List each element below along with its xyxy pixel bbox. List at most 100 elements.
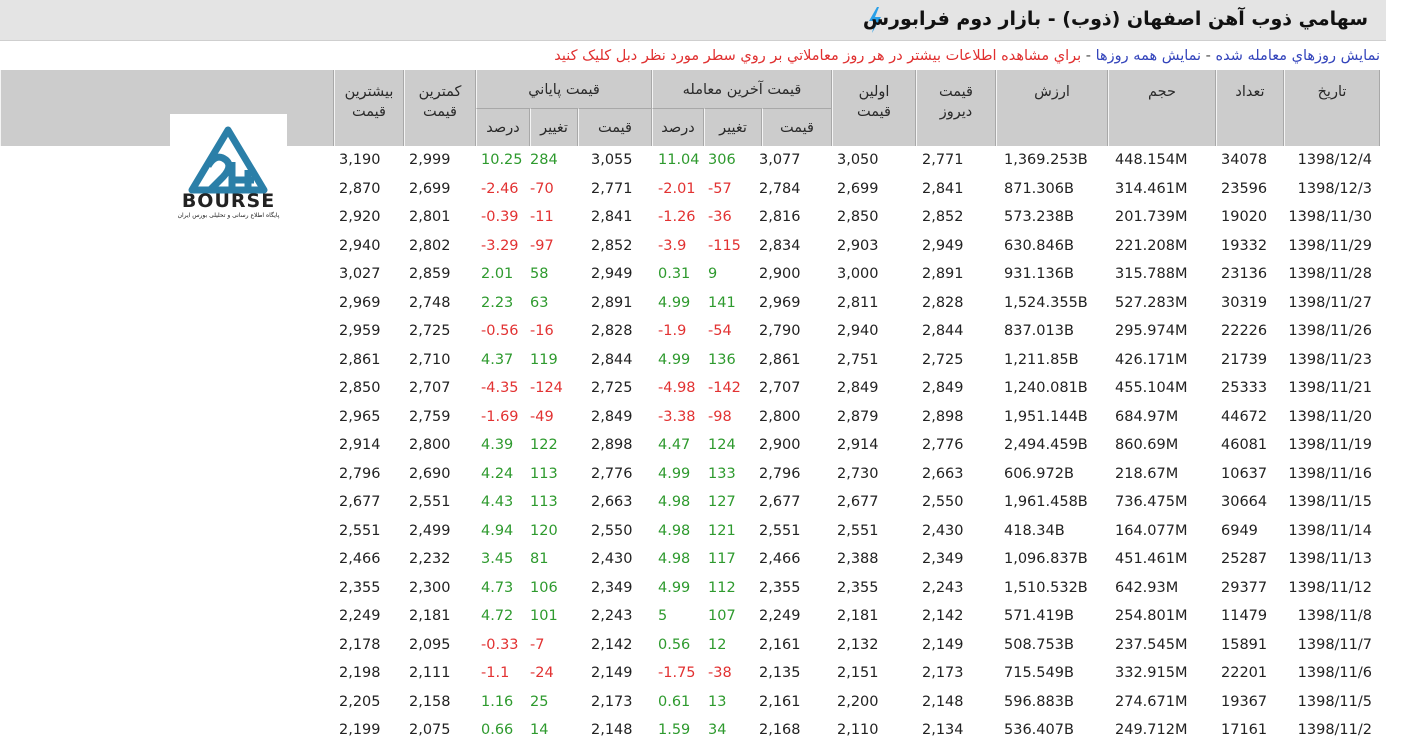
cell-low: 2,111 (409, 665, 451, 681)
header-high-price[interactable]: بيشترين قيمت (334, 70, 404, 146)
header-last-trade-percent[interactable]: درصد (652, 108, 704, 146)
cell-high: 2,940 (339, 237, 381, 254)
cell-volume: 332.915M (1115, 665, 1188, 681)
cell-yesterday: 2,149 (922, 636, 964, 653)
cell-volume: 218.67M (1115, 465, 1179, 482)
logo-tagline: پایگاه اطلاع رسانی و تحلیلی بورس ایران (177, 212, 280, 219)
cell-last-price: 2,834 (759, 237, 801, 254)
table-row[interactable]: 1398/11/26 22226 295.974M 837.013B 2,844 2,94… (0, 317, 1380, 346)
header-value[interactable]: ارزش (996, 70, 1108, 146)
table-row[interactable]: 1398/11/12 29377 642.93M 1,510.532B 2,243 2,3… (0, 574, 1380, 603)
cell-date: 1398/11/27 (1288, 294, 1372, 311)
cell-final-change: 120 (530, 522, 558, 539)
cell-last-pct: 0.31 (658, 266, 691, 282)
table-row[interactable]: 1398/11/14 6949 164.077M 418.34B 2,430 2,551 2… (0, 517, 1380, 546)
cell-yesterday: 2,349 (922, 551, 964, 567)
header-yesterday-price[interactable]: قيمت ديروز (916, 70, 996, 146)
cell-date: 1398/11/15 (1288, 494, 1372, 510)
cell-last-change: 127 (708, 494, 736, 510)
cell-last-change: -142 (708, 380, 741, 396)
cell-count: 30664 (1221, 494, 1268, 510)
cell-final-pct: -2.46 (481, 180, 519, 197)
cell-last-change: -38 (708, 665, 732, 681)
header-count[interactable]: تعداد (1216, 70, 1284, 146)
table-row[interactable]: 1398/11/6 22201 332.915M 715.549B 2,173 2,151… (0, 659, 1380, 688)
cell-first: 2,388 (837, 551, 879, 567)
cell-final-change: 284 (530, 152, 558, 168)
header-label: درصد (661, 120, 695, 136)
title-bar: سهامي ذوب آهن اصفهان (ذوب) - بازار دوم ف… (0, 0, 1386, 41)
cell-yesterday: 2,550 (922, 494, 964, 510)
cell-last-price: 2,677 (759, 494, 801, 510)
table-row[interactable]: 1398/11/13 25287 451.461M 1,096.837B 2,349 2,… (0, 545, 1380, 574)
cell-yesterday: 2,134 (922, 722, 964, 738)
cell-last-price: 2,900 (759, 437, 801, 453)
cell-value: 573.238B (1004, 209, 1074, 225)
table-row[interactable]: 1398/11/2 17161 249.712M 536.407B 2,134 2,110… (0, 716, 1380, 745)
cell-final-change: 106 (530, 579, 558, 596)
cell-last-pct: 0.61 (658, 693, 691, 710)
table-row[interactable]: 1398/11/20 44672 684.97M 1,951.144B 2,898 2,8… (0, 403, 1380, 432)
cell-final-price: 2,891 (591, 294, 633, 311)
cell-last-price: 2,900 (759, 266, 801, 282)
cell-final-pct: -0.33 (481, 636, 519, 653)
header-low-price[interactable]: کمترين قيمت (404, 70, 476, 146)
header-date[interactable]: تاريخ (1284, 70, 1380, 146)
cell-date: 1398/11/26 (1288, 323, 1372, 339)
cell-high: 2,205 (339, 693, 381, 710)
header-label: بيشترين قيمت (344, 84, 394, 120)
cell-count: 19020 (1221, 209, 1268, 225)
header-final-price-group[interactable]: قيمت پاياني (476, 70, 652, 108)
cell-last-pct: -4.98 (658, 380, 696, 396)
cell-last-change: 9 (708, 266, 718, 282)
cell-low: 2,759 (409, 408, 451, 425)
cell-date: 1398/11/13 (1288, 551, 1372, 567)
cell-first: 2,699 (837, 180, 879, 197)
table-row[interactable]: 1398/11/19 46081 860.69M 2,494.459B 2,776 2,9… (0, 431, 1380, 460)
table-row[interactable]: 1398/11/29 19332 221.208M 630.846B 2,949 2,90… (0, 232, 1380, 261)
cell-low: 2,499 (409, 522, 451, 539)
header-last-trade-group[interactable]: قيمت آخرين معامله (652, 70, 832, 108)
cell-final-price: 2,771 (591, 180, 633, 197)
cell-last-pct: -1.9 (658, 323, 687, 339)
header-final-change[interactable]: تغيير (530, 108, 578, 146)
header-final-percent[interactable]: درصد (476, 108, 530, 146)
cell-last-price: 2,135 (759, 665, 801, 681)
table-row[interactable]: 1398/11/8 11479 254.801M 571.419B 2,142 2,181… (0, 602, 1380, 631)
table-row[interactable]: 1398/11/15 30664 736.475M 1,961.458B 2,550 2,… (0, 488, 1380, 517)
header-final-price[interactable]: قيمت (578, 108, 652, 146)
cell-date: 1398/11/14 (1288, 522, 1372, 539)
cell-first: 2,903 (837, 237, 879, 254)
table-row[interactable]: 1398/11/27 30319 527.283M 1,524.355B 2,828 2,… (0, 289, 1380, 318)
cell-final-pct: 2.01 (481, 266, 514, 282)
header-label: قيمت آخرين معامله (682, 82, 802, 98)
table-row[interactable]: 1398/11/23 21739 426.171M 1,211.85B 2,725 2,7… (0, 346, 1380, 375)
cell-last-price: 2,161 (759, 693, 801, 710)
cell-count: 23596 (1221, 180, 1268, 197)
header-last-trade-price[interactable]: قيمت (762, 108, 832, 146)
cell-final-price: 2,243 (591, 608, 633, 624)
table-row[interactable]: 1398/11/16 10637 218.67M 606.972B 2,663 2,730… (0, 460, 1380, 489)
cell-count: 29377 (1221, 579, 1268, 596)
header-volume[interactable]: حجم (1108, 70, 1216, 146)
cell-date: 1398/11/8 (1297, 608, 1372, 624)
header-last-trade-change[interactable]: تغيير (704, 108, 762, 146)
cell-final-change: -7 (530, 636, 545, 653)
cell-high: 2,965 (339, 408, 381, 425)
table-row[interactable]: 1398/11/28 23136 315.788M 931.136B 2,891 3,00… (0, 260, 1380, 289)
cell-volume: 455.104M (1115, 380, 1188, 396)
cell-last-change: 13 (708, 693, 727, 710)
cell-date: 1398/11/28 (1288, 266, 1372, 282)
show-all-days-link[interactable]: نمايش همه روزها (1096, 48, 1201, 64)
header-first-price[interactable]: اولين قيمت (832, 70, 916, 146)
cell-count: 22201 (1221, 665, 1268, 681)
cell-last-change: 34 (708, 722, 727, 738)
cell-final-pct: -3.29 (481, 237, 519, 254)
cell-last-change: -54 (708, 323, 732, 339)
shown-days-label: نمايش روزهاي معامله شده (1215, 48, 1380, 64)
table-row[interactable]: 1398/11/21 25333 455.104M 1,240.081B 2,849 2,… (0, 374, 1380, 403)
cell-date: 1398/11/23 (1288, 351, 1372, 368)
cell-value: 418.34B (1004, 522, 1065, 539)
table-row[interactable]: 1398/11/5 19367 274.671M 596.883B 2,148 2,200… (0, 688, 1380, 717)
table-row[interactable]: 1398/11/7 15891 237.545M 508.753B 2,149 2,132… (0, 631, 1380, 660)
